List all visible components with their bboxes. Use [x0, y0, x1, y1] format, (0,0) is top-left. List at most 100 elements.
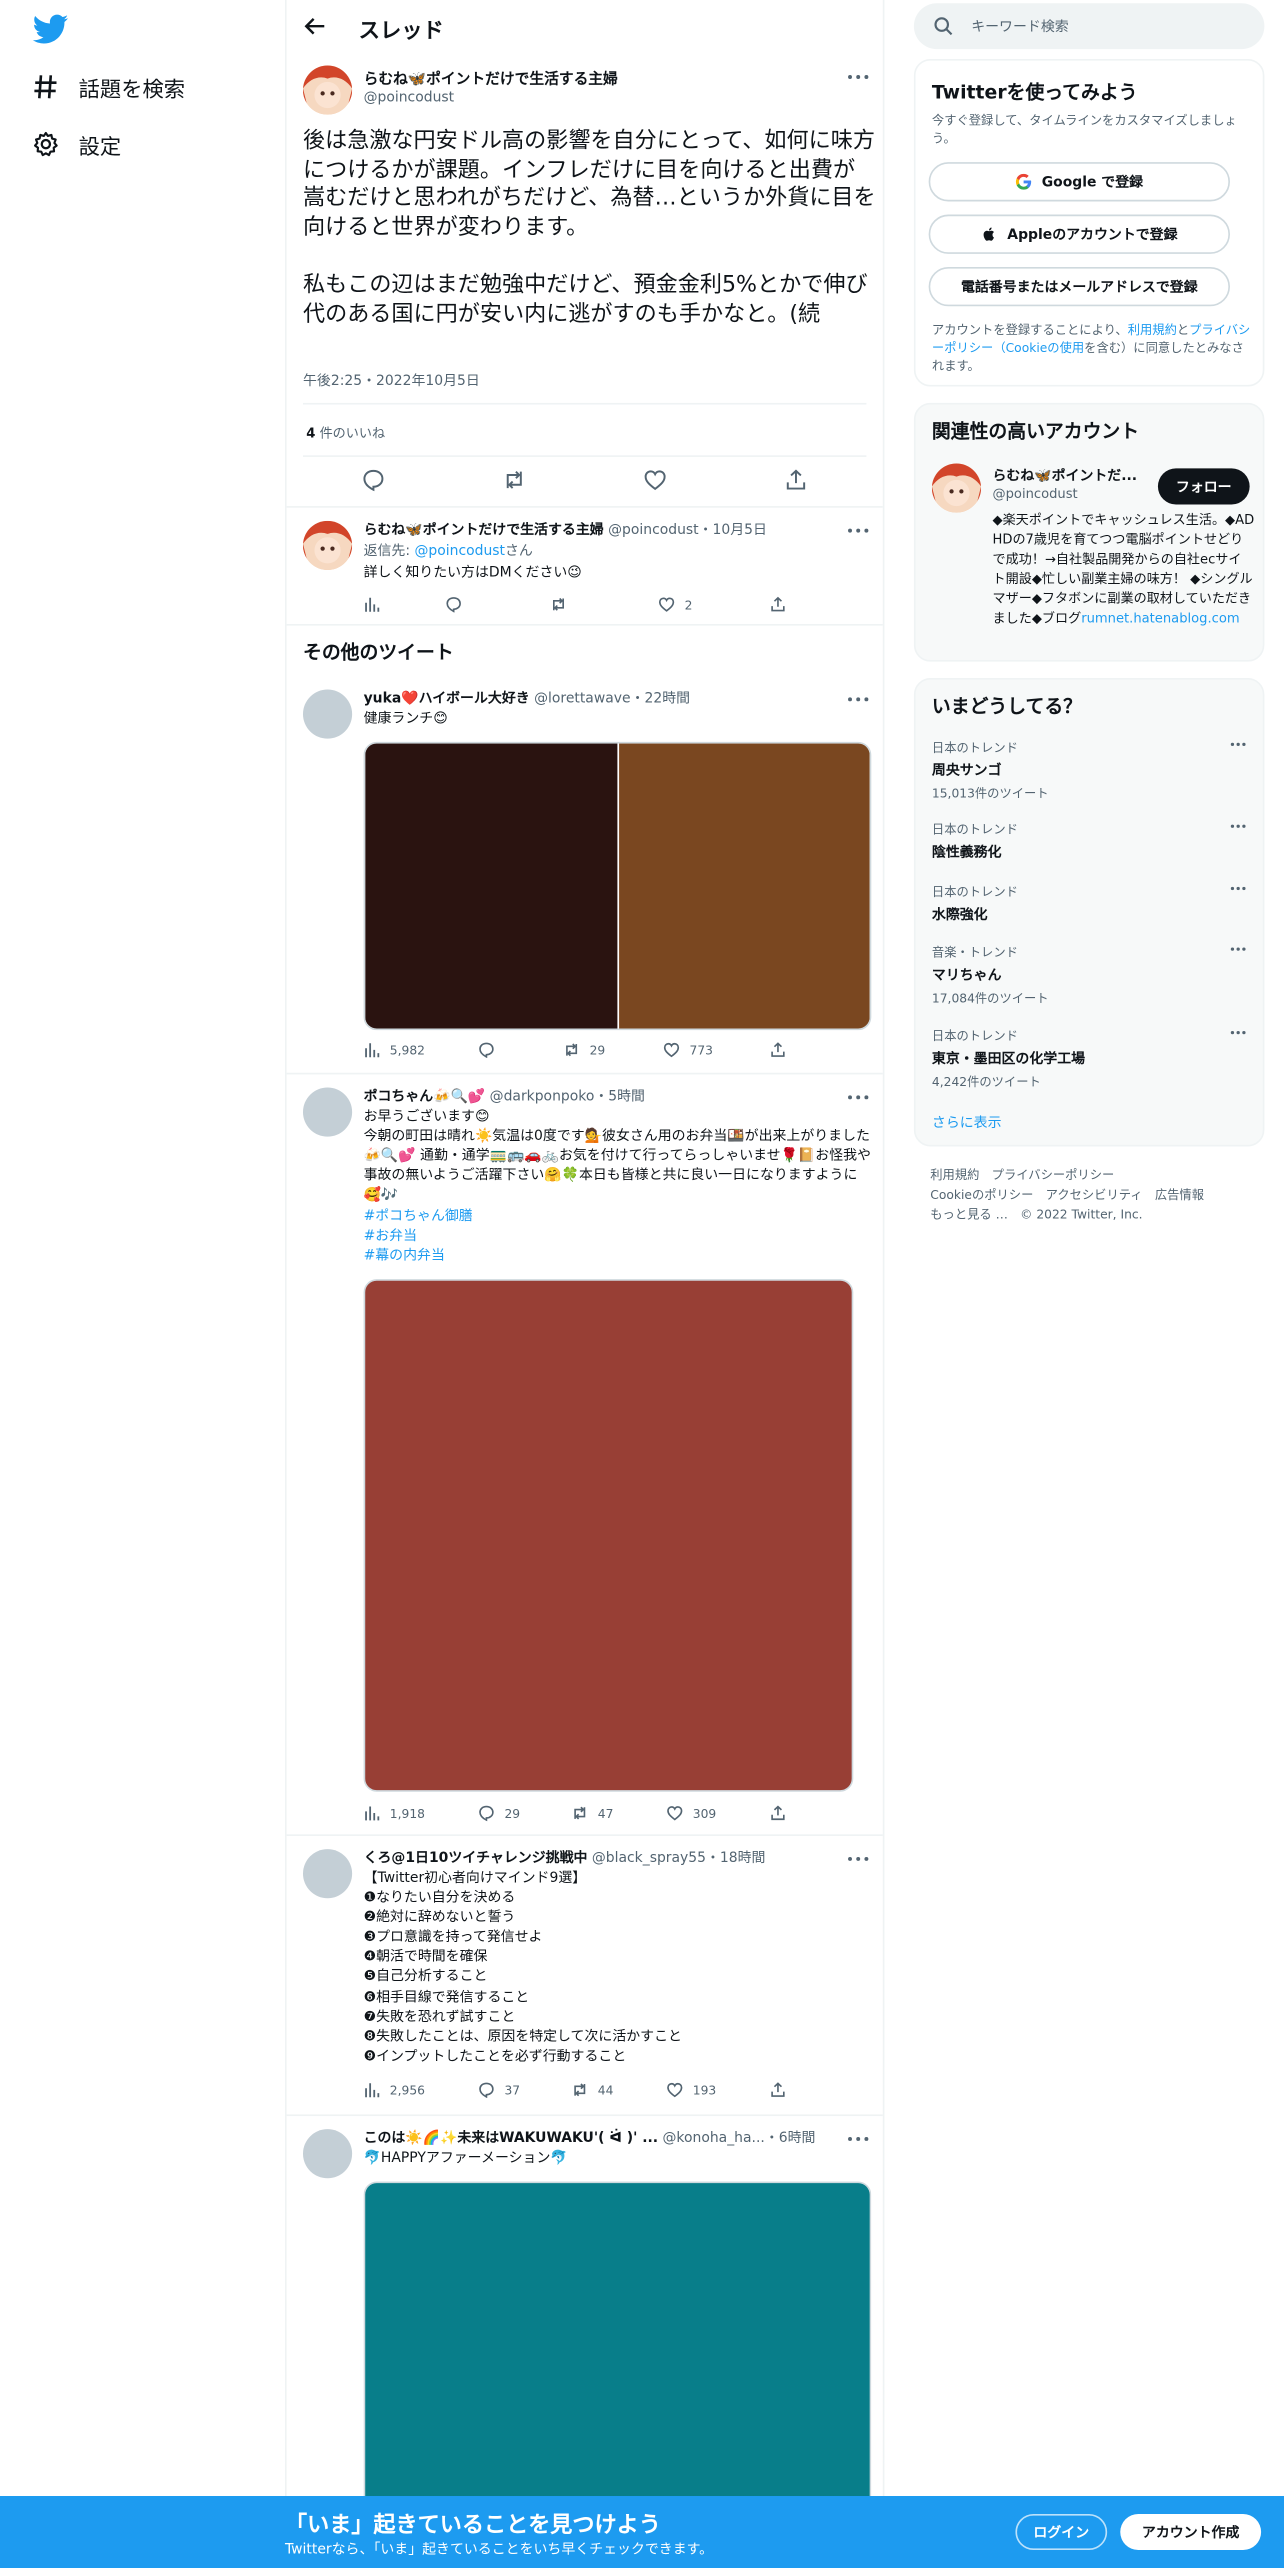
- reply-button[interactable]: [445, 596, 461, 613]
- trend-item[interactable]: 日本のトレンド 水際強化: [932, 883, 1253, 924]
- retweet-button[interactable]: 44: [572, 2082, 613, 2098]
- apple-signup-button[interactable]: Appleのアカウントで登録: [928, 214, 1230, 254]
- timeline-tweet[interactable]: このは☀️🌈✨未来はWAKUWAKU'( ᐛ )' ... @konoha_ha…: [287, 2116, 883, 2510]
- more-options-icon[interactable]: [847, 696, 870, 703]
- hashtag-link[interactable]: #お弁当: [364, 1227, 872, 1247]
- author-handle[interactable]: @poincodust: [364, 90, 455, 106]
- reply-button[interactable]: 29: [478, 1805, 520, 1822]
- more-options-icon[interactable]: [847, 2136, 870, 2143]
- more-options-icon[interactable]: [1230, 947, 1246, 952]
- author-name[interactable]: くろ@1日10ツイチャレンジ挑戦中: [364, 1851, 588, 1867]
- author-handle[interactable]: @konoha_ha...: [663, 2131, 765, 2147]
- back-arrow-icon[interactable]: [303, 15, 326, 38]
- timeline-tweet[interactable]: ポコちゃん🍻🔍💕 @darkponpoko・5時間 お早うございます😊 今朝の町…: [286, 1074, 883, 1836]
- retweet-button[interactable]: [550, 596, 566, 612]
- retweet-button[interactable]: 29: [563, 1042, 605, 1058]
- avatar[interactable]: [302, 520, 353, 570]
- avatar[interactable]: [931, 463, 982, 513]
- footer-line[interactable]: もっと見る … © 2022 Twitter, Inc.: [930, 1205, 1251, 1225]
- trend-item[interactable]: 日本のトレンド 東京・墨田区の化学工場 4,242件のツイート: [932, 1027, 1253, 1091]
- share-button[interactable]: [770, 1042, 786, 1058]
- like-button[interactable]: 773: [663, 1042, 713, 1058]
- more-options-icon[interactable]: [1230, 886, 1246, 891]
- avatar[interactable]: [302, 689, 353, 739]
- avatar[interactable]: [302, 2129, 353, 2179]
- hashtag-link[interactable]: #幕の内弁当: [364, 1246, 872, 1266]
- trend-item[interactable]: 日本のトレンド 周央サンゴ 15,013件のツイート: [932, 739, 1253, 803]
- views-button[interactable]: 1,918: [364, 1805, 425, 1821]
- follow-button[interactable]: フォロー: [1157, 468, 1250, 505]
- author-handle[interactable]: @lorettawave: [534, 691, 630, 707]
- media-image[interactable]: [619, 743, 870, 1029]
- likes-count[interactable]: 4 件のいいね: [306, 424, 385, 442]
- reply-icon[interactable]: [362, 468, 385, 492]
- login-button[interactable]: ログイン: [1015, 2514, 1108, 2551]
- author-name[interactable]: らむね🦋ポイントだけで生活する主婦: [364, 522, 604, 538]
- trend-item[interactable]: 音楽・トレンド マリちゃん 17,084件のツイート: [932, 943, 1253, 1007]
- retweet-icon[interactable]: [503, 468, 526, 491]
- more-options-icon[interactable]: [847, 527, 870, 534]
- share-button[interactable]: [770, 2082, 786, 2098]
- show-more-link[interactable]: さらに表示: [932, 1112, 1002, 1131]
- author-name[interactable]: yuka❤️ハイボール大好き: [364, 691, 530, 707]
- like-button[interactable]: 193: [667, 2082, 716, 2098]
- footer-line[interactable]: Cookieのポリシー アクセシビリティ 広告情報: [930, 1186, 1251, 1206]
- account-bio-link[interactable]: rumnet.hatenablog.com: [1081, 611, 1239, 626]
- tweet-timestamp[interactable]: 午後2:25・2022年10月5日: [303, 370, 480, 389]
- views-button[interactable]: 5,982: [364, 1042, 425, 1058]
- signup-button[interactable]: アカウント作成: [1120, 2514, 1262, 2551]
- views-button[interactable]: [364, 596, 380, 612]
- reply-tweet[interactable]: らむね🦋ポイントだけで生活する主婦 @poincodust・10月5日 返信先:…: [286, 508, 883, 626]
- timeline-tweet[interactable]: yuka❤️ハイボール大好き @lorettawave・22時間 健康ランチ😊 …: [286, 676, 883, 1075]
- timeline-tweet[interactable]: くろ@1日10ツイチャレンジ挑戦中 @black_spray55・18時間 【T…: [286, 1836, 883, 2117]
- trend-item[interactable]: 日本のトレンド 陰性義務化: [932, 821, 1253, 861]
- tweet-media[interactable]: [363, 1279, 854, 1792]
- hashtag-link[interactable]: #ポコちゃん御膳: [364, 1207, 872, 1227]
- tweet-media[interactable]: [363, 741, 872, 1031]
- author-handle[interactable]: @darkponpoko: [490, 1089, 595, 1105]
- author-name[interactable]: このは☀️🌈✨未来はWAKUWAKU'( ᐛ )' ...: [364, 2131, 658, 2147]
- terms-link[interactable]: 利用規約: [1128, 323, 1177, 338]
- tweet-time[interactable]: ・18時間: [706, 1851, 765, 1867]
- more-options-icon[interactable]: [847, 74, 870, 81]
- more-options-icon[interactable]: [1230, 1030, 1246, 1035]
- reply-button[interactable]: 37: [478, 2082, 520, 2099]
- tweet-time[interactable]: ・22時間: [631, 691, 690, 707]
- more-options-icon[interactable]: [1230, 742, 1246, 747]
- share-button[interactable]: [770, 1805, 786, 1821]
- share-button[interactable]: [770, 596, 786, 612]
- media-image[interactable]: [365, 743, 618, 1029]
- reply-to-handle[interactable]: @poincodust: [414, 544, 505, 560]
- share-icon[interactable]: [785, 468, 808, 491]
- avatar[interactable]: [302, 1849, 353, 1899]
- author-handle[interactable]: @black_spray55: [592, 1851, 706, 1867]
- search-input[interactable]: キーワード検索: [913, 3, 1265, 50]
- tweet-date[interactable]: ・10月5日: [699, 522, 767, 538]
- reply-button[interactable]: [478, 1042, 504, 1059]
- like-button[interactable]: 2: [658, 596, 692, 612]
- tweet-time[interactable]: ・5時間: [594, 1089, 645, 1105]
- account-name[interactable]: らむね🦋ポイントだ...: [993, 465, 1138, 484]
- avatar[interactable]: [302, 1087, 353, 1137]
- avatar[interactable]: [302, 65, 353, 115]
- more-options-icon[interactable]: [1230, 824, 1246, 829]
- author-handle[interactable]: @poincodust: [608, 522, 699, 538]
- author-name[interactable]: らむね🦋ポイントだけで生活する主婦: [364, 67, 618, 88]
- footer-line[interactable]: 利用規約 プライバシーポリシー: [930, 1166, 1251, 1186]
- google-signup-button[interactable]: Google で登録: [928, 162, 1230, 202]
- more-options-icon[interactable]: [847, 1094, 870, 1101]
- views-button[interactable]: 2,956: [364, 2082, 425, 2098]
- phone-email-signup-button[interactable]: 電話番号またはメールアドレスで登録: [928, 266, 1230, 307]
- like-button[interactable]: 309: [667, 1805, 716, 1821]
- author-name[interactable]: ポコちゃん🍻🔍💕: [364, 1089, 486, 1105]
- apple-icon: [983, 227, 995, 241]
- twitter-logo-icon[interactable]: [32, 13, 69, 46]
- nav-explore[interactable]: 話題を検索: [33, 69, 185, 105]
- retweet-button[interactable]: 47: [572, 1805, 613, 1821]
- account-handle[interactable]: @poincodust: [993, 486, 1078, 501]
- like-icon[interactable]: [644, 468, 667, 491]
- tweet-time[interactable]: ・6時間: [765, 2131, 816, 2147]
- nav-settings[interactable]: 設定: [33, 126, 121, 162]
- more-options-icon[interactable]: [847, 1856, 870, 1863]
- tweet-media[interactable]: [363, 2181, 872, 2510]
